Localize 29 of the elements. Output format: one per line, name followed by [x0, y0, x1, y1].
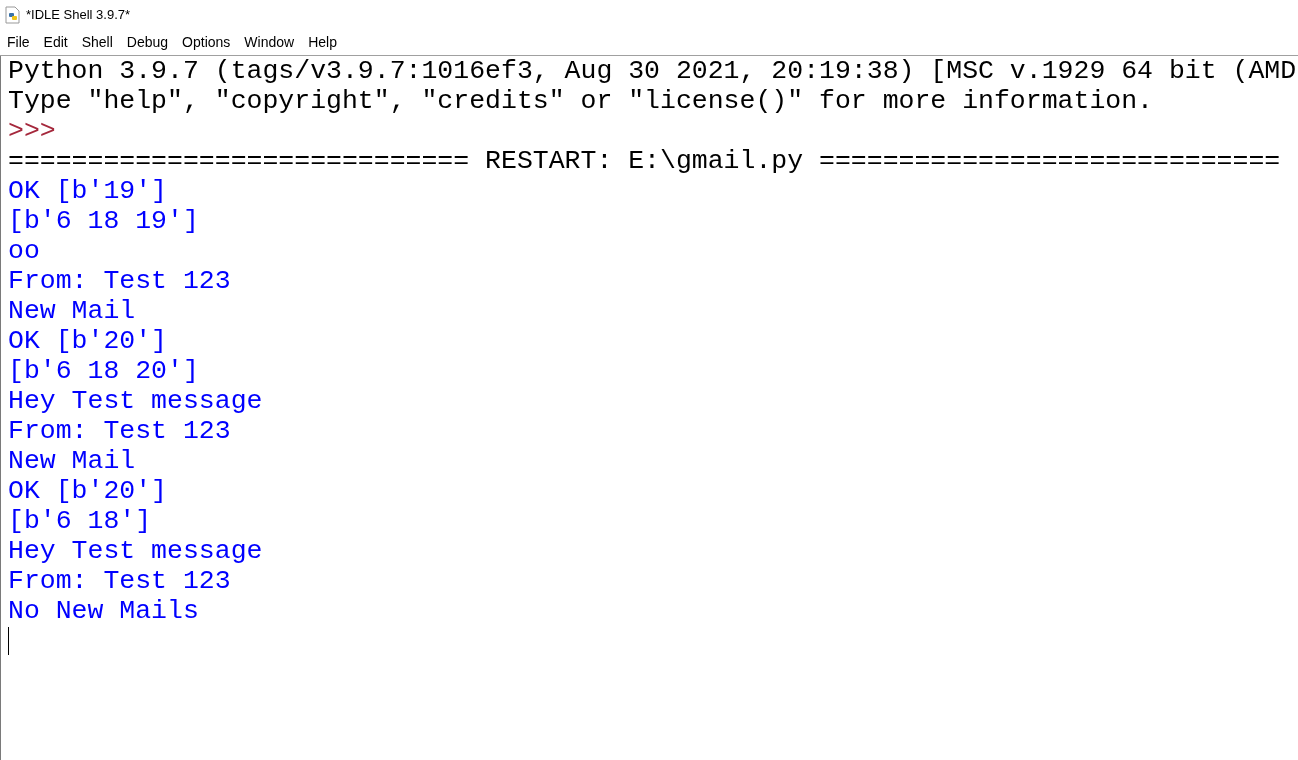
output-line: oo — [8, 236, 40, 266]
console-line: Python 3.9.7 (tags/v3.9.7:1016ef3, Aug 30 2021, 20:19:38) [MSC v.1929 64 bit (AMD — [8, 56, 1297, 86]
output-line: [b'6 18 19'] — [8, 206, 199, 236]
menu-item[interactable]: Window — [244, 32, 295, 53]
menu-item[interactable]: File — [7, 32, 30, 53]
menu-item[interactable]: Shell — [81, 32, 113, 53]
output-line: OK [b'20'] — [8, 326, 168, 356]
output-line: From: Test 123 — [8, 566, 231, 596]
output-line: From: Test 123 — [8, 416, 231, 446]
console-line: ============================= RESTART: E:\gmail.py ============================= — [8, 146, 1281, 176]
output-line: New Mail — [8, 446, 136, 476]
menu-item[interactable]: Debug — [126, 32, 169, 53]
output-line: OK [b'20'] — [8, 476, 168, 506]
python-file-icon — [4, 6, 22, 24]
output-line: [b'6 18 20'] — [8, 356, 199, 386]
output-line: Hey Test message — [8, 386, 263, 416]
output-line: [b'6 18'] — [8, 506, 152, 536]
output-line: No New Mails — [8, 596, 199, 626]
menu-item[interactable]: Edit — [43, 32, 68, 53]
output-line: OK [b'19'] — [8, 176, 168, 206]
menu-item[interactable]: Help — [308, 32, 337, 53]
output-line: From: Test 123 — [8, 266, 231, 296]
menu-item[interactable]: Options — [182, 32, 231, 53]
output-line: Hey Test message — [8, 536, 263, 566]
output-line: New Mail — [8, 296, 136, 326]
window-title: *IDLE Shell 3.9.7* — [26, 6, 131, 25]
shell-prompt: >>> — [8, 116, 56, 146]
text-cursor — [8, 627, 9, 655]
console-line: Type "help", "copyright", "credits" or "license()" for more information. — [8, 86, 1153, 116]
